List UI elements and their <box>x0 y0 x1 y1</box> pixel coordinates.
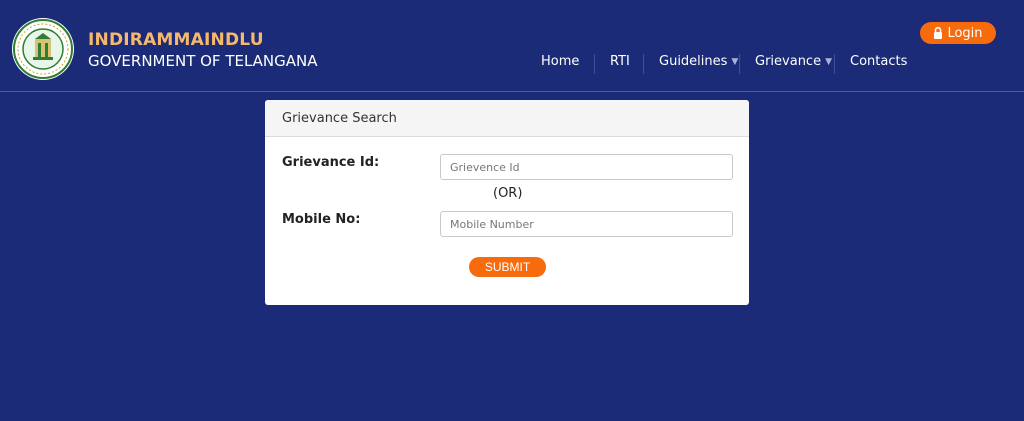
or-separator: (OR) <box>493 186 523 201</box>
nav-divider <box>739 54 740 74</box>
grievance-search-card: Grievance Search Grievance Id: (OR) Mobi… <box>265 100 749 305</box>
mobile-number-input[interactable] <box>440 211 733 237</box>
grievance-id-label: Grievance Id: <box>282 155 380 170</box>
nav-item-grievance[interactable]: Grievance ▼ <box>755 54 832 69</box>
login-button[interactable]: Login <box>920 22 996 44</box>
caret-down-icon: ▼ <box>731 56 739 67</box>
card-header: Grievance Search <box>265 100 749 137</box>
card-title: Grievance Search <box>282 110 397 126</box>
telangana-emblem-icon <box>11 17 75 81</box>
nav-item-label: Guidelines <box>659 54 728 69</box>
nav-divider <box>643 54 644 74</box>
nav-item-label: RTI <box>610 54 630 69</box>
login-label: Login <box>947 25 983 41</box>
caret-down-icon: ▼ <box>825 56 832 67</box>
nav-divider <box>834 54 835 74</box>
nav-item-contacts[interactable]: Contacts <box>850 54 907 69</box>
grievance-id-input[interactable] <box>440 154 733 180</box>
site-subtitle: GOVERNMENT OF TELANGANA <box>88 52 318 70</box>
site-header: INDIRAMMAINDLU GOVERNMENT OF TELANGANA L… <box>0 0 1024 92</box>
nav-item-home[interactable]: Home <box>541 54 579 69</box>
nav-item-label: Contacts <box>850 54 908 69</box>
nav-item-guidelines[interactable]: Guidelines ▼ <box>659 54 738 69</box>
submit-button[interactable]: SUBMIT <box>469 257 546 277</box>
nav-item-rti[interactable]: RTI <box>610 54 630 69</box>
nav-item-label: Home <box>541 54 580 69</box>
nav-item-label: Grievance <box>755 54 822 69</box>
mobile-no-label: Mobile No: <box>282 212 361 227</box>
site-title: INDIRAMMAINDLU <box>88 30 264 50</box>
nav-divider <box>594 54 595 74</box>
lock-icon <box>933 26 943 39</box>
